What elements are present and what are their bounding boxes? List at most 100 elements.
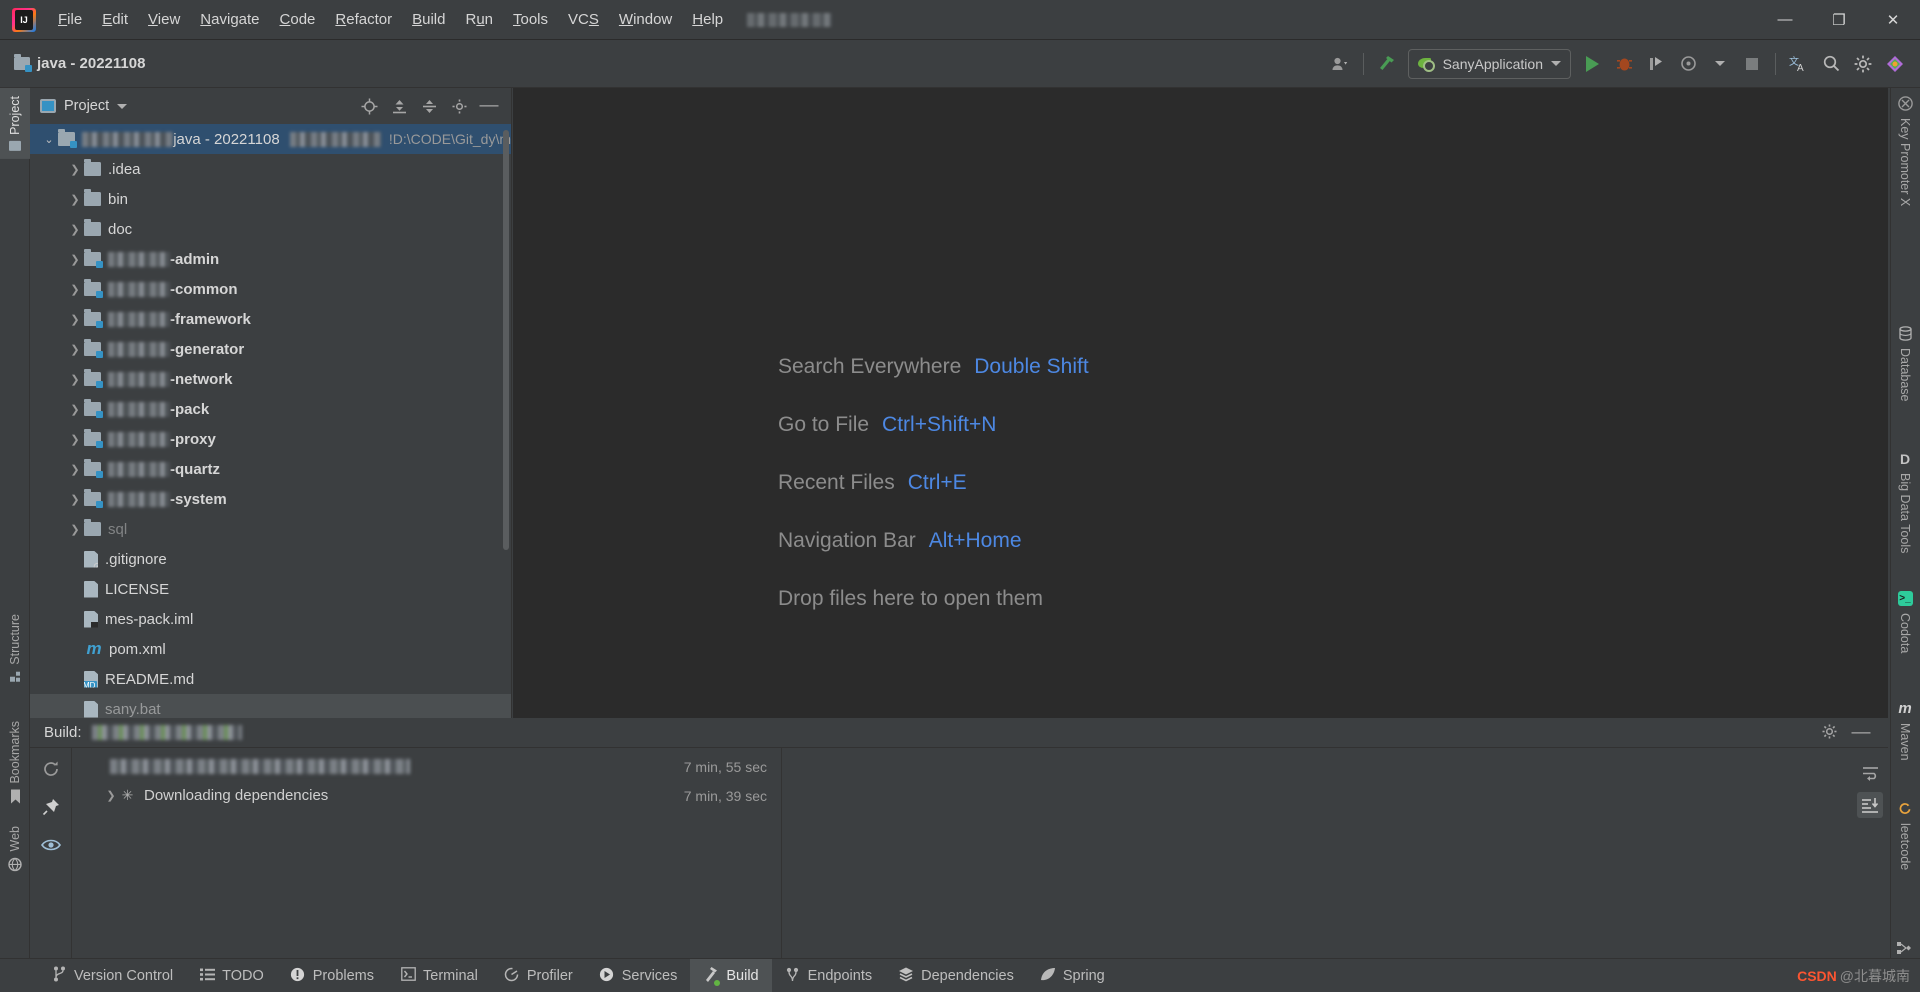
chevron-down-icon[interactable]: [117, 103, 128, 109]
sidebar-item-project[interactable]: Project: [0, 88, 30, 159]
chevron-right-icon[interactable]: ❯: [66, 283, 84, 296]
tree-row[interactable]: ❯ -common: [30, 274, 511, 304]
tree-scrollbar[interactable]: [503, 130, 509, 550]
sidebar-item-big-data-tools[interactable]: D Big Data Tools: [1890, 443, 1920, 561]
tree-row[interactable]: ❯ -network: [30, 364, 511, 394]
soft-wrap-icon[interactable]: [1857, 760, 1883, 786]
maximize-button[interactable]: ❐: [1812, 0, 1866, 40]
build-event-tree[interactable]: 7 min, 55 sec ❯ ✳ Downloading dependencies 7…: [72, 748, 782, 958]
account-icon[interactable]: [1325, 49, 1355, 79]
status-tab-terminal[interactable]: Terminal: [387, 959, 491, 992]
chevron-down-icon[interactable]: ⌄: [40, 133, 58, 146]
chevron-right-icon[interactable]: ❯: [66, 523, 84, 536]
expand-all-icon[interactable]: [387, 94, 411, 118]
tree-row[interactable]: README.md: [30, 664, 511, 694]
run-configuration-selector[interactable]: SanyApplication: [1407, 48, 1571, 79]
debug-icon[interactable]: [1609, 49, 1639, 79]
settings-gear-icon[interactable]: [447, 94, 471, 118]
project-tree[interactable]: ⌄ java - 20221108 !D:\CODE\Git_dy\m ❯ .idea ❯…: [30, 124, 511, 718]
chevron-right-icon[interactable]: ❯: [66, 253, 84, 266]
status-tab-endpoints[interactable]: Endpoints: [772, 959, 886, 992]
menu-item-edit[interactable]: Edit: [92, 7, 138, 32]
build-event-row[interactable]: ❯ ✳ Downloading dependencies 7 min, 39 sec: [72, 781, 781, 810]
chevron-right-icon[interactable]: ❯: [66, 463, 84, 476]
run-with-coverage-icon[interactable]: [1641, 49, 1671, 79]
tree-row[interactable]: ❯ .idea: [30, 154, 511, 184]
status-tab-profiler[interactable]: Profiler: [491, 959, 586, 992]
profile-dropdown-icon[interactable]: [1705, 49, 1735, 79]
project-name-breadcrumb[interactable]: java - 20221108: [14, 54, 145, 72]
rerun-icon[interactable]: [38, 756, 64, 782]
status-tab-problems[interactable]: Problems: [277, 959, 387, 992]
tree-row[interactable]: ❯ bin: [30, 184, 511, 214]
status-tab-todo[interactable]: TODO: [186, 959, 277, 992]
menu-item-navigate[interactable]: Navigate: [190, 7, 269, 32]
status-tab-dependencies[interactable]: Dependencies: [885, 959, 1027, 992]
chevron-right-icon[interactable]: ❯: [66, 343, 84, 356]
hide-panel-icon[interactable]: —: [477, 94, 501, 118]
menu-item-build[interactable]: Build: [402, 7, 455, 32]
tree-row[interactable]: ❯ doc: [30, 214, 511, 244]
menu-item-window[interactable]: Window: [609, 7, 682, 32]
chevron-right-icon[interactable]: ❯: [66, 373, 84, 386]
build-hammer-icon[interactable]: [1372, 49, 1402, 79]
eye-icon[interactable]: [38, 832, 64, 858]
tree-row[interactable]: ❯ -admin: [30, 244, 511, 274]
tree-row[interactable]: ❯ -system: [30, 484, 511, 514]
menu-item-view[interactable]: View: [138, 7, 190, 32]
menu-item-tools[interactable]: Tools: [503, 7, 558, 32]
tree-row[interactable]: ❯ -framework: [30, 304, 511, 334]
tree-row[interactable]: ❯ -pack: [30, 394, 511, 424]
tree-row[interactable]: ❯ -generator: [30, 334, 511, 364]
close-button[interactable]: ✕: [1866, 0, 1920, 40]
tree-row[interactable]: LICENSE: [30, 574, 511, 604]
search-icon[interactable]: [1816, 49, 1846, 79]
status-tab-services[interactable]: Services: [586, 959, 691, 992]
tree-row[interactable]: mes-pack.iml: [30, 604, 511, 634]
sidebar-item-web[interactable]: Web: [0, 818, 30, 879]
minimize-button[interactable]: —: [1758, 0, 1812, 40]
tree-row[interactable]: ⌄ java - 20221108 !D:\CODE\Git_dy\m: [30, 124, 511, 154]
sidebar-item-structure[interactable]: Structure: [0, 606, 30, 691]
chevron-right-icon[interactable]: ❯: [66, 493, 84, 506]
hide-panel-icon[interactable]: —: [1850, 723, 1872, 742]
tree-row[interactable]: ❯ -proxy: [30, 424, 511, 454]
collapse-all-icon[interactable]: [417, 94, 441, 118]
run-icon[interactable]: [1577, 49, 1607, 79]
pin-icon[interactable]: [38, 794, 64, 820]
plugin-colorful-icon[interactable]: [1880, 49, 1910, 79]
menu-item-file[interactable]: File: [48, 7, 92, 32]
profile-icon[interactable]: [1673, 49, 1703, 79]
sidebar-item-bookmarks[interactable]: Bookmarks: [0, 713, 30, 812]
menu-item-run[interactable]: Run: [455, 7, 503, 32]
sidebar-item-key-promoter-x[interactable]: Key Promoter X: [1890, 88, 1920, 214]
status-tab-version-control[interactable]: Version Control: [38, 959, 186, 992]
chevron-right-icon[interactable]: ❯: [66, 403, 84, 416]
chevron-right-icon[interactable]: ❯: [102, 789, 120, 802]
stop-icon[interactable]: [1737, 49, 1767, 79]
sidebar-item-database[interactable]: Database: [1890, 318, 1920, 410]
settings-gear-icon[interactable]: [1848, 49, 1878, 79]
tree-row[interactable]: m pom.xml: [30, 634, 511, 664]
chevron-right-icon[interactable]: ❯: [66, 223, 84, 236]
status-tab-spring[interactable]: Spring: [1027, 959, 1118, 992]
chevron-right-icon[interactable]: ❯: [66, 193, 84, 206]
tree-row[interactable]: ❯ -quartz: [30, 454, 511, 484]
scroll-to-end-icon[interactable]: [1857, 792, 1883, 818]
sidebar-item-maven[interactable]: m Maven: [1890, 693, 1920, 769]
menu-item-code[interactable]: Code: [270, 7, 326, 32]
chevron-right-icon[interactable]: ❯: [66, 433, 84, 446]
tree-row[interactable]: .gitignore: [30, 544, 511, 574]
chevron-right-icon[interactable]: ❯: [66, 163, 84, 176]
menu-item-refactor[interactable]: Refactor: [325, 7, 402, 32]
menu-item-help[interactable]: Help: [682, 7, 733, 32]
sidebar-item-leetcode[interactable]: leetcode: [1890, 793, 1920, 878]
menu-item-vcs[interactable]: VCS: [558, 7, 609, 32]
tree-row[interactable]: ❯ sql: [30, 514, 511, 544]
select-opened-file-icon[interactable]: [357, 94, 381, 118]
settings-gear-icon[interactable]: [1818, 723, 1840, 743]
chevron-right-icon[interactable]: ❯: [66, 313, 84, 326]
sidebar-item-codota[interactable]: >_ Codota: [1890, 583, 1920, 661]
status-tab-build[interactable]: Build: [690, 958, 772, 992]
build-event-row[interactable]: 7 min, 55 sec: [72, 752, 781, 781]
